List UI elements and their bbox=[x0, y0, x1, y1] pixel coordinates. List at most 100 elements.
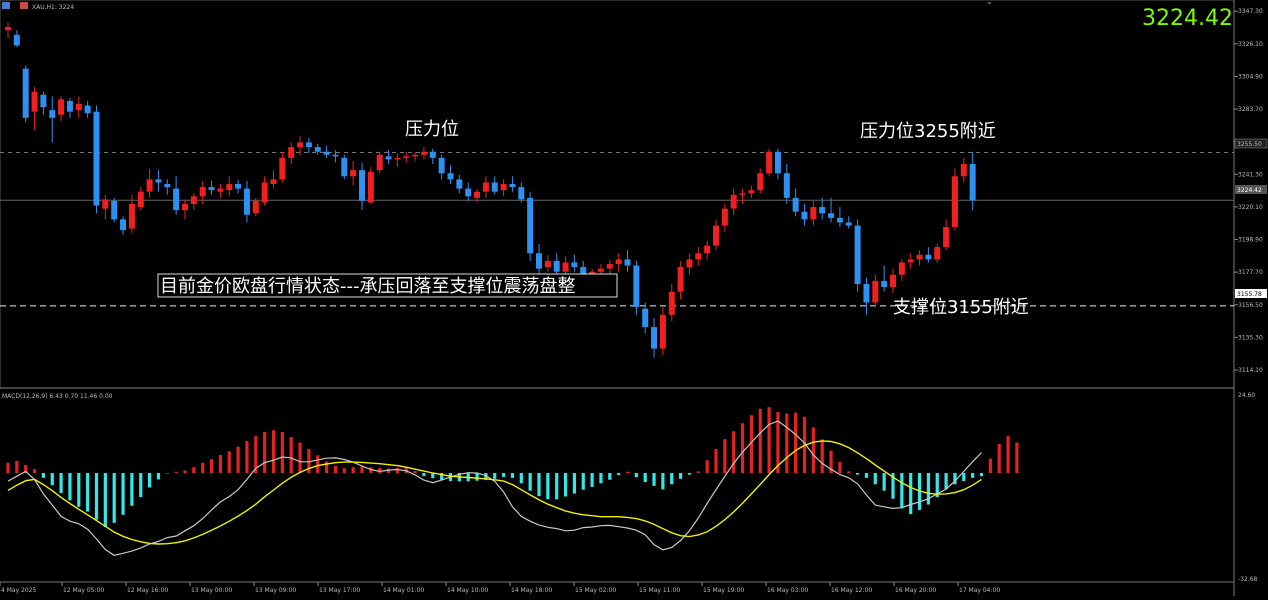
macd-histogram-bar bbox=[378, 467, 382, 474]
candle-body bbox=[943, 227, 950, 248]
macd-histogram-bar bbox=[360, 466, 364, 474]
candle-body bbox=[367, 171, 374, 203]
macd-histogram-bar bbox=[121, 473, 125, 515]
macd-histogram-bar bbox=[625, 471, 630, 474]
time-tick-label: 15 May 02:00 bbox=[575, 587, 616, 594]
candle-body bbox=[376, 154, 383, 171]
candle-body bbox=[624, 259, 631, 266]
candle-body bbox=[243, 188, 250, 215]
candle-body bbox=[783, 173, 790, 198]
candle-body bbox=[49, 110, 56, 118]
price-tick-label: 3220.10 bbox=[1238, 204, 1263, 211]
time-tick-label: 16 May 03:00 bbox=[767, 587, 808, 594]
time-tick-label: 13 May 17:00 bbox=[319, 587, 360, 594]
macd-histogram-bar bbox=[15, 460, 19, 474]
candle-body bbox=[137, 191, 144, 208]
candle-body bbox=[642, 308, 649, 328]
macd-histogram-bar bbox=[900, 473, 904, 509]
candle-body bbox=[323, 151, 330, 155]
macd-histogram-bar bbox=[94, 473, 99, 520]
macd-histogram-bar bbox=[847, 471, 851, 474]
candle-body bbox=[668, 291, 675, 315]
support-tag: 3155.78 bbox=[1237, 291, 1262, 298]
candle-body bbox=[606, 264, 613, 269]
macd-histogram-bar bbox=[333, 465, 338, 474]
candle-body bbox=[659, 314, 666, 349]
candle-body bbox=[651, 327, 658, 349]
trading-chart[interactable]: 3347.303326.103304.903283.703262.503241.… bbox=[0, 0, 1268, 596]
macd-histogram-bar bbox=[351, 467, 355, 474]
macd-histogram-bar bbox=[103, 473, 107, 527]
candle-body bbox=[597, 268, 604, 272]
price-pane-frame bbox=[0, 0, 1235, 389]
candle-body bbox=[111, 200, 118, 220]
candle-body bbox=[872, 280, 879, 303]
candle-body bbox=[960, 164, 967, 177]
candle-body bbox=[420, 151, 427, 155]
macd-histogram-bar bbox=[634, 473, 638, 478]
price-tick-label: 3135.30 bbox=[1238, 334, 1263, 341]
macd-histogram-bar bbox=[422, 473, 426, 477]
candle-body bbox=[182, 204, 188, 211]
candle-body bbox=[819, 207, 826, 214]
chart-canvas[interactable]: 3347.303326.103304.903283.703262.503241.… bbox=[0, 0, 1268, 596]
macd-histogram-bar bbox=[555, 473, 559, 500]
candle-body bbox=[863, 284, 870, 303]
candle-body bbox=[474, 191, 481, 198]
candles-layer bbox=[5, 22, 976, 358]
macd-histogram-bar bbox=[218, 455, 222, 474]
macd-histogram-bar bbox=[165, 473, 169, 474]
macd-histogram-bar bbox=[971, 473, 975, 478]
candle-body bbox=[465, 188, 472, 197]
macd-histogram-bar bbox=[979, 473, 984, 477]
candle-body bbox=[907, 259, 914, 263]
candle-body bbox=[93, 111, 100, 206]
macd-histogram-bar bbox=[997, 444, 1001, 474]
candle-body bbox=[22, 68, 29, 118]
time-tick-label: 16 May 20:00 bbox=[895, 587, 936, 594]
macd-histogram-bar bbox=[617, 473, 621, 475]
macd-histogram-bar bbox=[643, 473, 647, 483]
candle-body bbox=[739, 193, 746, 195]
candle-body bbox=[536, 253, 542, 269]
candle-body bbox=[270, 179, 277, 184]
macd-histogram-bar bbox=[794, 412, 798, 474]
candle-body bbox=[713, 225, 719, 246]
macd-histogram-bar bbox=[342, 468, 346, 474]
time-tick-label: 4 May 2025 bbox=[1, 587, 36, 594]
candle-body bbox=[898, 262, 905, 275]
macd-histogram-bar bbox=[546, 473, 550, 500]
macd-histogram-bar bbox=[608, 473, 612, 480]
candle-body bbox=[199, 187, 206, 197]
candle-body bbox=[925, 254, 932, 260]
candle-body bbox=[58, 99, 65, 115]
candle-body bbox=[854, 225, 861, 284]
candle-body bbox=[297, 142, 304, 148]
candle-body bbox=[359, 170, 365, 201]
macd-histogram-bar bbox=[395, 467, 399, 474]
time-tick-label: 12 May 16:00 bbox=[127, 587, 168, 594]
candle-body bbox=[226, 184, 233, 191]
candle-body bbox=[66, 100, 73, 112]
macd-histogram-bar bbox=[679, 473, 683, 479]
macd-histogram-bar bbox=[740, 423, 745, 474]
macd-lines-layer bbox=[7, 420, 982, 556]
macd-histogram-bar bbox=[316, 455, 320, 474]
chevron-down-icon[interactable]: ⌄ bbox=[986, 0, 993, 6]
macd-histogram-bar bbox=[563, 473, 568, 497]
support-label-right: 支撑位3155附近 bbox=[893, 297, 1029, 318]
status-banner: 目前金价欧盘行情状态---承压回落至支撑位震荡盘整 bbox=[160, 276, 575, 297]
candle-body bbox=[544, 260, 551, 268]
macd-histogram-bar bbox=[493, 473, 497, 479]
macd-histogram-layer bbox=[6, 407, 1019, 527]
candle-body bbox=[332, 154, 339, 157]
candle-body bbox=[518, 187, 525, 200]
macd-histogram-bar bbox=[581, 473, 585, 490]
macd-histogram-bar bbox=[537, 473, 541, 497]
macd-histogram-bar bbox=[1015, 442, 1019, 474]
macd-histogram-bar bbox=[280, 431, 284, 474]
macd-histogram-bar bbox=[820, 439, 824, 474]
macd-histogram-bar bbox=[86, 473, 90, 512]
candle-body bbox=[792, 197, 799, 212]
macd-histogram-bar bbox=[909, 473, 913, 515]
